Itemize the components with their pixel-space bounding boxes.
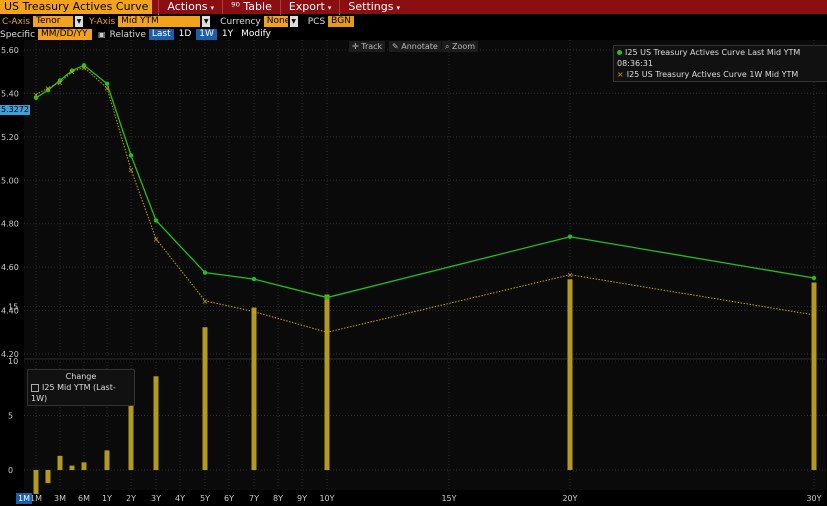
y-tick-label: 5.40	[1, 89, 19, 98]
x-tick-label: 8Y	[273, 494, 283, 503]
data-point	[251, 276, 257, 282]
data-point	[128, 153, 134, 158]
y-tick-label: 0	[8, 466, 13, 475]
data-point	[567, 234, 573, 239]
x-tick-label: 10Y	[319, 494, 334, 503]
track-tool[interactable]: ✛ Track	[349, 41, 386, 52]
y-tick-label: 5.20	[1, 133, 19, 142]
legend-item-1w: × I25 US Treasury Actives Curve 1W Mid YT…	[617, 70, 799, 79]
data-point	[153, 218, 159, 223]
data-point: ×	[69, 68, 76, 77]
crosshair-icon: ✛	[352, 42, 359, 51]
change-title: Change	[65, 372, 97, 381]
change-bar	[104, 450, 110, 470]
x-tick-label: 20Y	[562, 494, 577, 503]
data-point: ×	[811, 311, 818, 320]
data-point: ×	[567, 271, 574, 280]
data-point: ×	[153, 235, 160, 244]
y-tick-label: 10	[8, 357, 18, 366]
change-bar	[324, 294, 330, 470]
y-tick-label: 5	[8, 412, 13, 421]
x-tick-label: 3M	[54, 494, 66, 503]
y-tick-label: 4.60	[1, 263, 19, 272]
data-point: ×	[324, 328, 331, 337]
data-point: ×	[202, 297, 209, 306]
zoom-tool[interactable]: ⌕ Zoom	[442, 41, 479, 52]
change-bar	[202, 327, 208, 470]
x-tick-label: 1Y	[102, 494, 112, 503]
change-bar	[251, 307, 257, 470]
change-bar	[153, 376, 159, 470]
x-tick-label: 9Y	[297, 494, 307, 503]
change-legend: Change I25 Mid YTM (Last-1W)	[27, 369, 135, 406]
y-tick-label: 15	[8, 303, 18, 312]
change-bar	[81, 462, 87, 470]
change-bar	[33, 470, 39, 494]
x-tick-label: 6Y	[224, 494, 234, 503]
x-tick-label: 6M	[78, 494, 90, 503]
chart-legend: I25 US Treasury Actives Curve Last Mid Y…	[613, 45, 827, 82]
bottom-plot-area	[24, 362, 826, 490]
data-point: ×	[33, 91, 40, 100]
x-tick-label: 15Y	[441, 494, 456, 503]
change-series-label: I25 Mid YTM (Last-1W)	[31, 383, 116, 403]
data-point	[324, 295, 330, 300]
annotate-tool[interactable]: ✎ Annotate	[389, 41, 441, 52]
cursor-value-label: 5.3272	[0, 105, 30, 115]
data-point	[202, 270, 208, 275]
x-tick-label: 7Y	[249, 494, 259, 503]
change-bar	[45, 470, 51, 484]
x-tick-label: 2Y	[126, 494, 136, 503]
change-bar	[567, 279, 573, 470]
data-point: ×	[57, 79, 64, 88]
magnifier-icon: ⌕	[445, 42, 450, 51]
range-1m-button[interactable]: 1M	[16, 493, 32, 504]
series-marker-icon: ×	[617, 70, 624, 79]
x-tick-label: 3Y	[151, 494, 161, 503]
change-bar	[69, 465, 75, 470]
checkbox-icon[interactable]	[31, 383, 39, 392]
data-point: ×	[45, 84, 52, 93]
data-point: ×	[81, 63, 88, 72]
legend-item-last: I25 US Treasury Actives Curve Last Mid Y…	[617, 48, 801, 68]
y-tick-label: 5.00	[1, 176, 19, 185]
y-tick-label: 5.60	[1, 46, 19, 55]
data-point: ×	[104, 84, 111, 93]
data-point	[811, 275, 817, 281]
x-tick-label: 5Y	[200, 494, 210, 503]
series-marker-icon	[617, 50, 622, 55]
change-bar	[128, 399, 134, 470]
pencil-icon: ✎	[392, 42, 399, 51]
data-point: ×	[128, 165, 135, 174]
y-tick-label: 4.80	[1, 220, 19, 229]
x-tick-label: 30Y	[806, 494, 821, 503]
data-point: ×	[251, 308, 258, 317]
x-tick-label: 4Y	[175, 494, 185, 503]
change-bar	[57, 455, 63, 470]
